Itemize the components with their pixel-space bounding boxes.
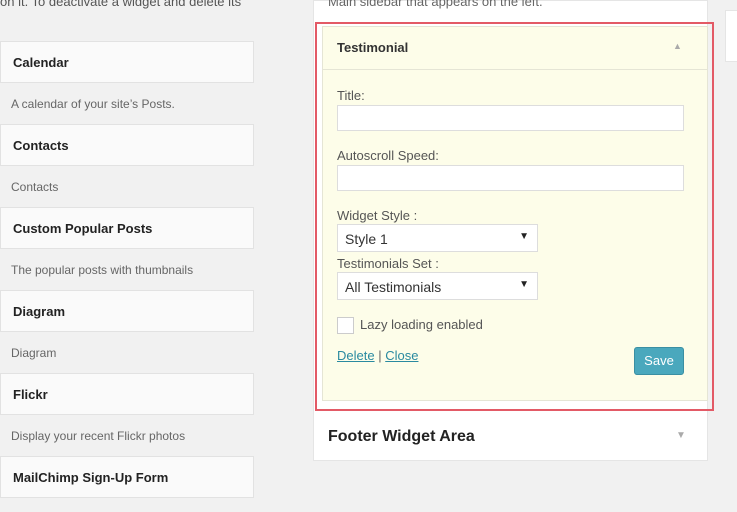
expand-arrow-icon[interactable]: ▼ bbox=[676, 430, 686, 441]
widget-style-label: Widget Style : bbox=[337, 208, 418, 223]
footer-area-title: Footer Widget Area bbox=[328, 428, 475, 445]
adjacent-sidebar-area bbox=[725, 10, 737, 62]
widget-name: Contacts bbox=[13, 138, 69, 153]
widget-name: Calendar bbox=[13, 55, 69, 70]
testimonials-set-label: Testimonials Set : bbox=[337, 256, 439, 271]
widget-name: MailChimp Sign-Up Form bbox=[13, 470, 169, 485]
sidebar-description: Main sidebar that appears on the left. bbox=[328, 0, 543, 9]
widget-calendar[interactable]: Calendar bbox=[0, 41, 254, 83]
widget-custom-popular-posts[interactable]: Custom Popular Posts bbox=[0, 207, 254, 249]
delete-link[interactable]: Delete bbox=[337, 348, 375, 363]
lazy-loading-label: Lazy loading enabled bbox=[360, 317, 483, 332]
widget-contacts[interactable]: Contacts bbox=[0, 124, 254, 166]
widget-flickr[interactable]: Flickr bbox=[0, 373, 254, 415]
widget-name: Custom Popular Posts bbox=[13, 221, 153, 236]
title-label: Title: bbox=[337, 88, 365, 103]
widget-name: Diagram bbox=[13, 304, 66, 319]
dropdown-arrow-icon: ▼ bbox=[519, 231, 529, 242]
autoscroll-speed-label: Autoscroll Speed: bbox=[337, 148, 439, 163]
widget-name: Flickr bbox=[13, 387, 48, 402]
widget-description: The popular posts with thumbnails bbox=[11, 263, 194, 277]
intro-text: on it. To deactivate a widget and delete… bbox=[0, 0, 242, 9]
footer-widget-area[interactable]: Footer Widget Area ▼ bbox=[313, 415, 708, 461]
testimonials-set-select[interactable]: All Testimonials ▼ bbox=[337, 272, 538, 300]
widget-style-select[interactable]: Style 1 ▼ bbox=[337, 224, 538, 252]
widget-mailchimp[interactable]: MailChimp Sign-Up Form bbox=[0, 456, 254, 498]
selected-value: All Testimonials bbox=[345, 279, 442, 295]
dropdown-arrow-icon: ▼ bbox=[519, 279, 529, 290]
selected-value: Style 1 bbox=[345, 231, 388, 247]
save-button[interactable]: Save bbox=[634, 347, 684, 375]
close-link[interactable]: Close bbox=[385, 348, 418, 363]
autoscroll-speed-input[interactable] bbox=[337, 165, 684, 191]
widget-description: A calendar of your site’s Posts. bbox=[11, 97, 175, 111]
widget-diagram[interactable]: Diagram bbox=[0, 290, 254, 332]
link-separator: | bbox=[378, 348, 382, 363]
widget-description: Contacts bbox=[11, 180, 59, 194]
widget-description: Diagram bbox=[11, 346, 57, 360]
lazy-loading-checkbox[interactable] bbox=[337, 317, 354, 334]
title-input[interactable] bbox=[337, 105, 684, 131]
widget-description: Display your recent Flickr photos bbox=[11, 429, 186, 443]
